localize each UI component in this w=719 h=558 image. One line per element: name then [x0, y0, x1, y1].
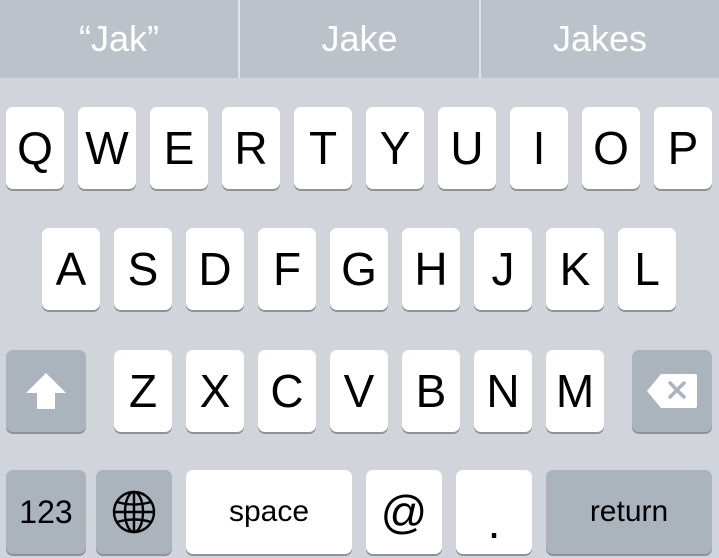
keyboard: Q W E R T Y U I O P A S D F G H J K L Z … — [0, 78, 719, 558]
key-b[interactable]: B — [402, 350, 460, 432]
numbers-key[interactable]: 123 — [6, 470, 86, 554]
key-f[interactable]: F — [258, 228, 316, 310]
key-t[interactable]: T — [294, 107, 352, 189]
shift-key[interactable] — [6, 350, 86, 432]
key-c[interactable]: C — [258, 350, 316, 432]
key-u[interactable]: U — [438, 107, 496, 189]
key-v[interactable]: V — [330, 350, 388, 432]
key-m[interactable]: M — [546, 350, 604, 432]
key-y[interactable]: Y — [366, 107, 424, 189]
shift-arrow-icon — [26, 373, 66, 409]
key-r[interactable]: R — [222, 107, 280, 189]
key-k[interactable]: K — [546, 228, 604, 310]
suggestion-3[interactable]: Jakes — [481, 0, 719, 78]
at-key[interactable]: @ — [366, 470, 442, 554]
key-j[interactable]: J — [474, 228, 532, 310]
key-x[interactable]: X — [186, 350, 244, 432]
key-a[interactable]: A — [42, 228, 100, 310]
key-p[interactable]: P — [654, 107, 712, 189]
return-key[interactable]: return — [546, 470, 712, 554]
key-q[interactable]: Q — [6, 107, 64, 189]
key-n[interactable]: N — [474, 350, 532, 432]
globe-icon — [112, 490, 156, 534]
key-d[interactable]: D — [186, 228, 244, 310]
key-h[interactable]: H — [402, 228, 460, 310]
key-w[interactable]: W — [78, 107, 136, 189]
key-z[interactable]: Z — [114, 350, 172, 432]
key-i[interactable]: I — [510, 107, 568, 189]
key-o[interactable]: O — [582, 107, 640, 189]
key-s[interactable]: S — [114, 228, 172, 310]
backspace-icon — [647, 374, 697, 408]
backspace-key[interactable] — [632, 350, 712, 432]
period-key[interactable]: . — [456, 470, 532, 554]
key-l[interactable]: L — [618, 228, 676, 310]
space-key[interactable]: space — [186, 470, 352, 554]
suggestion-2[interactable]: Jake — [240, 0, 479, 78]
globe-key[interactable] — [96, 470, 172, 554]
predictive-bar: “Jak” Jake Jakes — [0, 0, 719, 78]
key-g[interactable]: G — [330, 228, 388, 310]
key-e[interactable]: E — [150, 107, 208, 189]
suggestion-1[interactable]: “Jak” — [0, 0, 238, 78]
